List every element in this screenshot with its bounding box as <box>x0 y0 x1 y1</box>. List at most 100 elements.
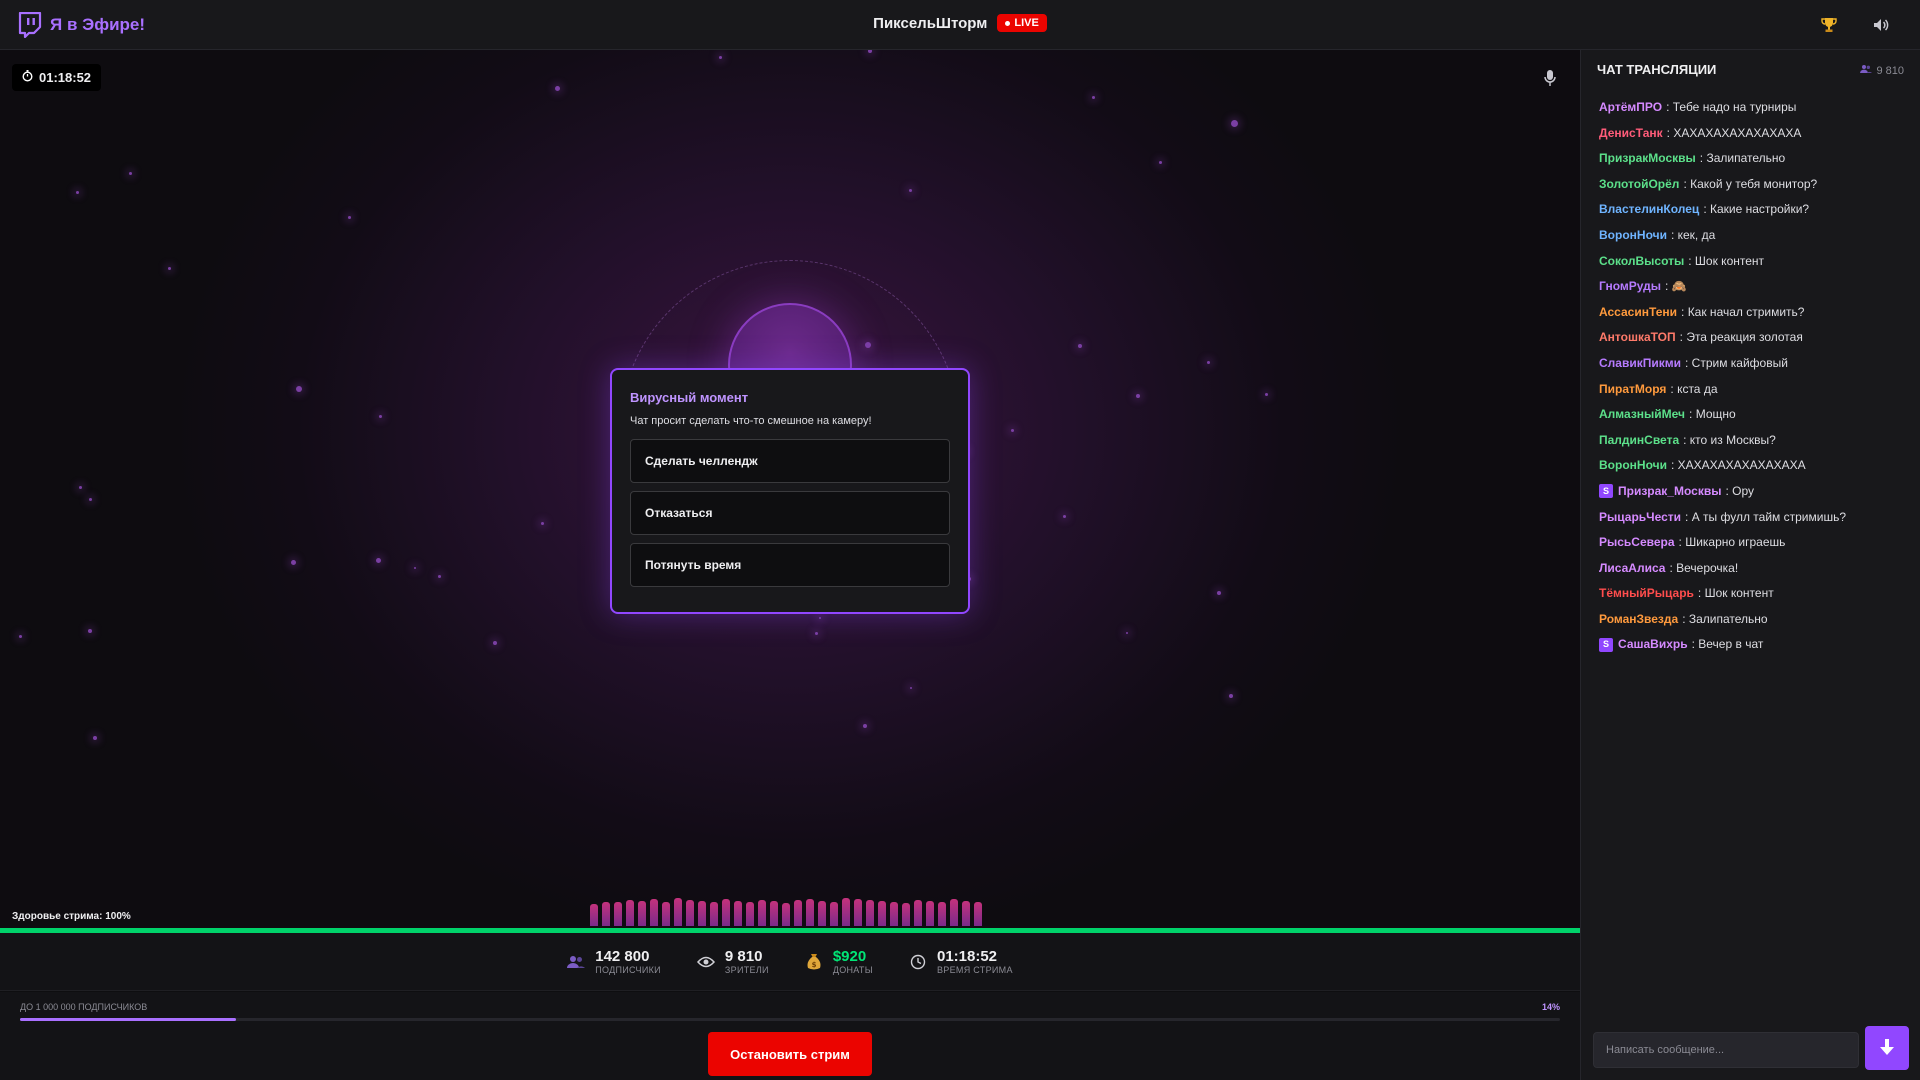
streamer-name: ПиксельШторм <box>873 14 988 32</box>
background-particle <box>93 736 97 740</box>
eye-icon <box>696 953 715 971</box>
background-particle <box>908 188 912 192</box>
chat-text: Какой у тебя монитор? <box>1690 176 1818 191</box>
background-particle <box>1206 360 1210 364</box>
background-particle <box>1126 632 1128 634</box>
stat-value: 142 800 <box>595 947 650 965</box>
chat-username[interactable]: ПиратМоря <box>1599 382 1666 397</box>
chat-username[interactable]: ПалдинСвета <box>1599 433 1679 448</box>
chat-send-button[interactable] <box>1865 1026 1909 1070</box>
background-particle <box>88 629 92 633</box>
stat-value: 9 810 <box>724 947 763 965</box>
equalizer-bar <box>746 902 754 926</box>
stat-stream-time: 01:18:52 ВРЕМЯ СТРИМА <box>909 948 1013 975</box>
background-particle <box>1010 428 1014 432</box>
background-particle <box>347 215 351 219</box>
chat-text: Шикарно играешь <box>1685 535 1786 550</box>
equalizer-bar <box>722 899 730 926</box>
speaker-icon[interactable] <box>1870 14 1892 36</box>
control-footer: Остановить стрим <box>0 1024 1580 1080</box>
stat-label: ЗРИТЕЛИ <box>724 964 769 975</box>
equalizer-bar <box>734 901 742 926</box>
chat-text: Шок контент <box>1704 586 1774 601</box>
chat-message: ПалдинСвета: кто из Москвы? <box>1599 433 1909 448</box>
chat-username[interactable]: Призрак_Москвы <box>1618 484 1721 499</box>
chat-username[interactable]: АлмазныйМеч <box>1599 407 1685 422</box>
equalizer-bar <box>818 901 826 926</box>
chat-message: ВластелинКолец: Какие настройки? <box>1599 202 1909 217</box>
arrow-down-icon <box>1879 1038 1895 1059</box>
background-particle <box>1136 394 1140 398</box>
live-dot-icon <box>1005 20 1011 26</box>
background-particle <box>1091 95 1095 99</box>
chat-separator: : <box>1669 560 1677 575</box>
stopwatch-icon <box>22 70 33 85</box>
chat-username[interactable]: СлавикПикми <box>1599 356 1681 371</box>
chat-username[interactable]: ТёмныйРыцарь <box>1599 586 1694 601</box>
chat-separator: : <box>1691 637 1699 652</box>
background-particle <box>378 414 382 418</box>
chat-separator: : <box>1670 227 1678 242</box>
chat-text: Вечер в чат <box>1698 637 1764 652</box>
background-particle <box>1158 160 1162 164</box>
background-particle <box>167 266 171 270</box>
chat-text: Мощно <box>1695 407 1736 422</box>
chat-username[interactable]: ПризракМосквы <box>1599 151 1696 166</box>
chat-username[interactable]: ВластелинКолец <box>1599 202 1699 217</box>
microphone-icon[interactable] <box>1542 68 1558 88</box>
choice-button-refuse[interactable]: Отказаться <box>630 491 950 535</box>
chat-username[interactable]: АртёмПРО <box>1599 100 1662 115</box>
chat-text: Как начал стримить? <box>1687 304 1805 319</box>
chat-message: СоколВысоты: Шок контент <box>1599 254 1909 269</box>
choice-button-stall[interactable]: Потянуть время <box>630 543 950 587</box>
equalizer-bar <box>674 898 682 926</box>
chat-username[interactable]: ВоронНочи <box>1599 228 1667 243</box>
background-particle <box>1229 694 1233 698</box>
chat-message: РысьСевера: Шикарно играешь <box>1599 535 1909 550</box>
equalizer-bar <box>638 901 646 926</box>
background-particle <box>910 687 912 689</box>
chat-separator: : <box>1683 432 1690 447</box>
chat-username[interactable]: ДенисТанк <box>1599 126 1663 141</box>
audio-equalizer <box>590 886 982 926</box>
chat-message: РыцарьЧести: А ты фулл тайм стримишь? <box>1599 510 1909 525</box>
chat-text: кста да <box>1677 381 1718 396</box>
chat-username[interactable]: СоколВысоты <box>1599 254 1684 269</box>
chat-message: ЛисаАлиса: Вечерочка! <box>1599 561 1909 576</box>
equalizer-bar <box>782 903 790 926</box>
background-particle <box>493 641 497 645</box>
choice-button-challenge[interactable]: Сделать челлендж <box>630 439 950 483</box>
equalizer-bar <box>842 898 850 926</box>
stop-stream-button[interactable]: Остановить стрим <box>708 1032 872 1076</box>
chat-username[interactable]: ЗолотойОрёл <box>1599 177 1679 192</box>
chat-message-input[interactable] <box>1593 1032 1859 1068</box>
background-particle <box>78 485 82 489</box>
equalizer-bar <box>926 901 934 926</box>
chat-username[interactable]: АссасинТени <box>1599 305 1677 320</box>
chat-username[interactable]: ГномРуды <box>1599 279 1661 294</box>
chat-message: АртёмПРО: Тебе надо на турниры <box>1599 100 1909 115</box>
stat-donations: $ $920 ДОНАТЫ <box>805 948 873 975</box>
chat-separator: : <box>1679 330 1687 345</box>
chat-username[interactable]: РоманЗвезда <box>1599 612 1678 627</box>
chat-panel: ЧАТ ТРАНСЛЯЦИИ 9 810 АртёмПРО: Тебе надо… <box>1580 50 1920 1080</box>
equalizer-bar <box>854 899 862 926</box>
chat-username[interactable]: ЛисаАлиса <box>1599 561 1665 576</box>
background-particle <box>814 631 818 635</box>
subscriber-goal: ДО 1 000 000 ПОДПИСЧИКОВ 14% <box>0 992 1580 1024</box>
chat-message: СлавикПикми: Стрим кайфовый <box>1599 356 1909 371</box>
equalizer-bar <box>770 901 778 926</box>
trophy-icon[interactable] <box>1818 14 1840 36</box>
chat-username[interactable]: АнтошкаТОП <box>1599 330 1676 345</box>
equalizer-bar <box>878 901 886 926</box>
stream-health-label: Здоровье стрима: 100% <box>12 911 131 922</box>
chat-username[interactable]: СашаВихрь <box>1618 637 1688 652</box>
chat-username[interactable]: РыцарьЧести <box>1599 510 1681 525</box>
chat-text: Ору <box>1732 483 1754 498</box>
app-logo[interactable]: Я в Эфире! <box>18 11 145 39</box>
equalizer-bar <box>602 902 610 926</box>
stats-bar: 142 800 ПОДПИСЧИКИ 9 810 ЗРИТЕЛИ $ $920 … <box>0 933 1580 991</box>
chat-text: кто из Москвы? <box>1689 432 1776 447</box>
chat-username[interactable]: РысьСевера <box>1599 535 1675 550</box>
chat-username[interactable]: ВоронНочи <box>1599 458 1667 473</box>
